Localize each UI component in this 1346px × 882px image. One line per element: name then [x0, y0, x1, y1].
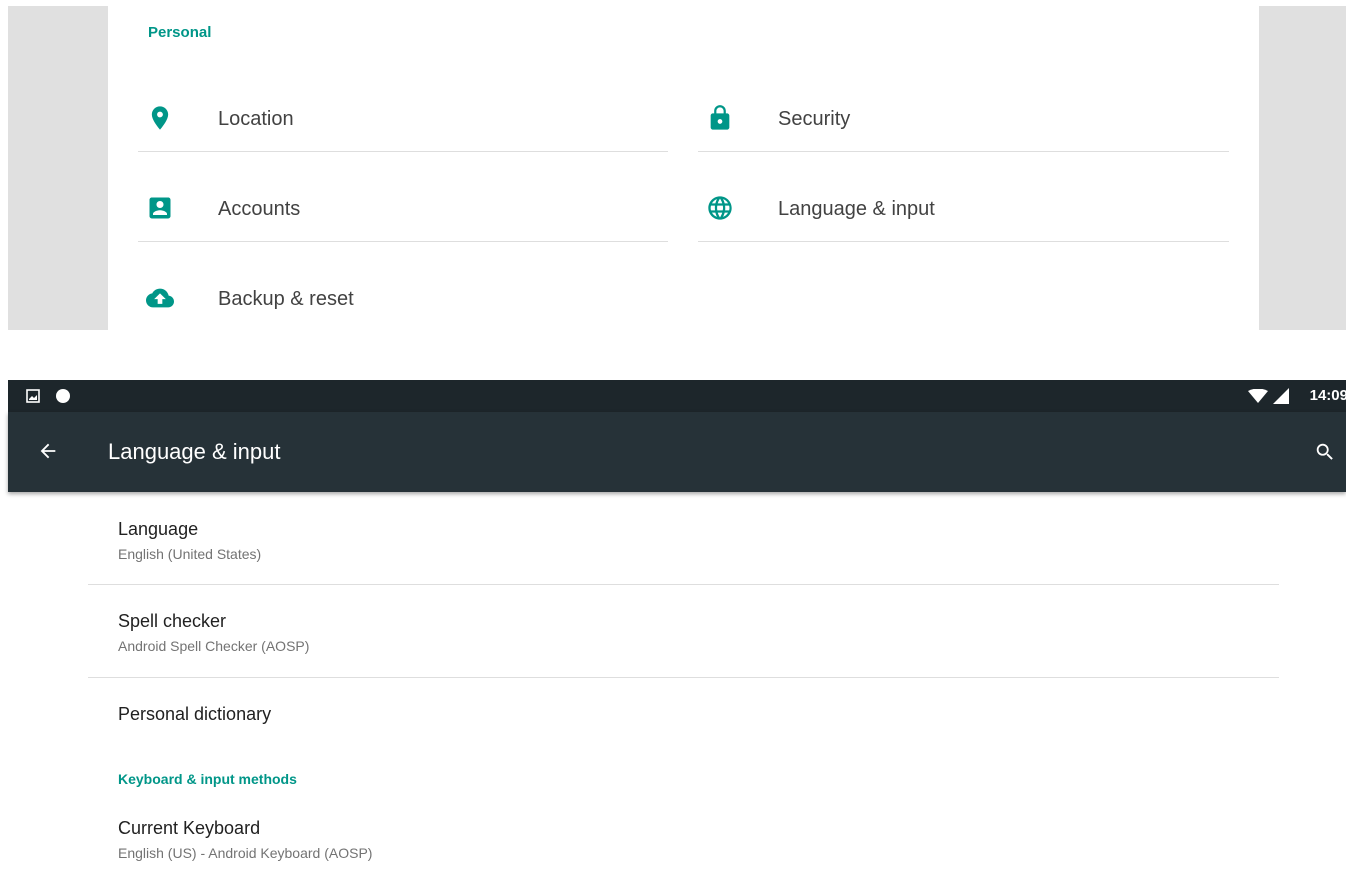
- back-arrow-icon[interactable]: [37, 440, 59, 467]
- tile-location[interactable]: Location: [138, 68, 668, 158]
- pref-summary: English (US) - Android Keyboard (AOSP): [118, 845, 373, 861]
- divider: [698, 151, 1229, 152]
- divider: [698, 241, 1229, 242]
- tile-backup-reset[interactable]: Backup & reset: [138, 248, 668, 338]
- divider: [88, 584, 1279, 585]
- wifi-icon: [1248, 388, 1268, 408]
- tile-label: Location: [218, 108, 294, 130]
- section-header-personal: Personal: [148, 24, 212, 41]
- tile-label: Language & input: [778, 198, 935, 220]
- pref-summary: Android Spell Checker (AOSP): [118, 638, 310, 654]
- tile-label: Security: [778, 108, 851, 130]
- globe-icon: [706, 194, 734, 222]
- app-bar: Language & input: [8, 412, 1346, 492]
- location-pin-icon: [146, 104, 174, 132]
- status-time: 14:09: [1309, 387, 1346, 404]
- pref-summary: English (United States): [118, 546, 262, 562]
- tile-accounts[interactable]: Accounts: [138, 158, 668, 248]
- pref-personal-dictionary[interactable]: Personal dictionary: [118, 704, 271, 725]
- tile-security[interactable]: Security: [698, 68, 1228, 158]
- pref-spell-checker[interactable]: Spell checker Android Spell Checker (AOS…: [118, 611, 309, 654]
- tile-label: Backup & reset: [218, 288, 354, 310]
- screenshot-notification-icon: [26, 389, 40, 408]
- circle-notification-icon: [55, 388, 71, 409]
- pref-title: Personal dictionary: [118, 704, 272, 724]
- tile-language-input[interactable]: Language & input: [698, 158, 1228, 248]
- page-title: Language & input: [108, 439, 281, 464]
- cloud-upload-icon: [146, 284, 174, 312]
- search-icon[interactable]: [1314, 441, 1336, 468]
- tile-label: Accounts: [218, 198, 301, 220]
- pref-current-keyboard[interactable]: Current Keyboard English (US) - Android …: [118, 818, 372, 861]
- pref-language[interactable]: Language English (United States): [118, 519, 261, 562]
- pref-title: Current Keyboard: [118, 818, 261, 838]
- divider: [138, 241, 668, 242]
- settings-dashboard-panel: Personal Location Security Accounts Lang…: [8, 6, 1346, 330]
- cell-signal-icon: [1273, 388, 1289, 409]
- settings-card: Personal Location Security Accounts Lang…: [108, 6, 1259, 330]
- section-header-keyboard: Keyboard & input methods: [118, 771, 297, 787]
- account-box-icon: [146, 194, 174, 222]
- status-bar: 14:09: [8, 380, 1346, 412]
- pref-title: Language: [118, 519, 199, 539]
- divider: [88, 677, 1279, 678]
- lock-icon: [706, 104, 734, 132]
- pref-title: Spell checker: [118, 611, 227, 631]
- divider: [138, 151, 668, 152]
